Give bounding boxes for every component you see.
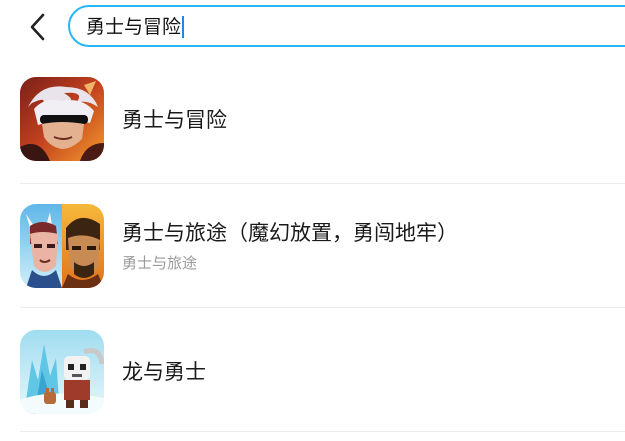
chevron-left-icon <box>30 13 45 41</box>
result-subtitle: 勇士与旅途 <box>122 254 198 272</box>
search-input[interactable]: 勇士与冒险 <box>68 5 625 47</box>
search-results-screen: 勇士与冒险 勇士与冒险 勇士与旅途（魔幻放置，勇闯地牢） 勇士与旅途 龙与勇士 <box>0 0 625 441</box>
dragon-and-warrior-app-icon <box>20 330 104 414</box>
text-caret <box>182 16 185 38</box>
result-divider <box>20 431 625 432</box>
result-title: 勇士与旅途（魔幻放置，勇闯地牢） <box>122 221 458 245</box>
result-item-warrior-adventure[interactable]: 勇士与冒险 <box>0 60 625 184</box>
warrior-hero-app-icon <box>20 77 104 161</box>
search-query-text: 勇士与冒险 <box>86 16 182 38</box>
warriors-journey-app-icon <box>20 204 104 288</box>
back-button[interactable] <box>24 11 52 43</box>
search-bar: 勇士与冒险 <box>0 0 625 56</box>
result-item-warriors-journey[interactable]: 勇士与旅途（魔幻放置，勇闯地牢） 勇士与旅途 <box>0 184 625 308</box>
result-title: 龙与勇士 <box>122 360 206 384</box>
result-title: 勇士与冒险 <box>122 108 227 132</box>
result-item-dragon-and-warrior[interactable]: 龙与勇士 <box>0 308 625 432</box>
